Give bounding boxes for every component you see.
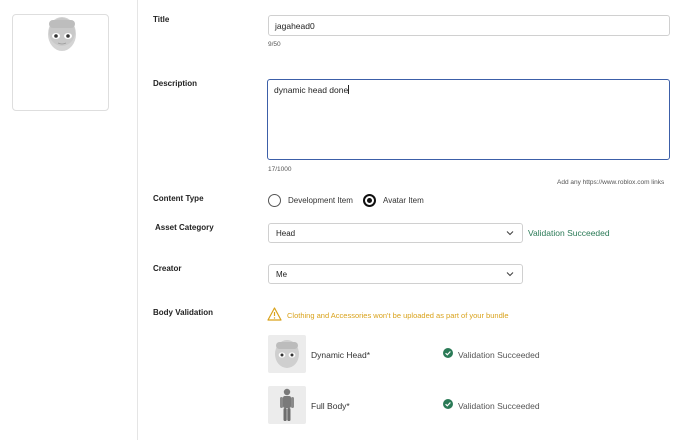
dynamic-head-name: Dynamic Head* [311,350,371,360]
chevron-down-icon [506,272,514,277]
warning-icon [267,307,282,321]
asset-category-value: Head [276,228,296,238]
description-label: Description [153,79,198,88]
full-body-name: Full Body* [311,401,350,411]
title-input[interactable]: jagahead0 [268,15,670,36]
creator-label: Creator [153,264,182,273]
title-char-counter: 9/50 [268,41,281,48]
title-input-value: jagahead0 [275,20,315,31]
title-label: Title [153,15,170,24]
head-thumbnail-icon [48,17,76,51]
description-value: dynamic head done [274,85,349,95]
asset-category-status: Validation Succeeded [528,228,610,238]
development-item-label[interactable]: Development Item [288,196,353,205]
dynamic-head-status: Validation Succeeded [458,350,540,360]
chevron-down-icon [506,231,514,236]
description-char-counter: 17/1000 [268,166,292,173]
development-item-radio[interactable] [268,194,281,207]
dynamic-head-thumbnail [268,335,306,373]
creator-value: Me [276,269,288,279]
check-circle-icon [443,348,453,358]
content-type-label: Content Type [153,194,204,203]
asset-category-select[interactable]: Head [268,223,523,243]
avatar-item-label[interactable]: Avatar Item [383,196,424,205]
preview-panel [0,0,138,440]
full-body-thumbnail [268,386,306,424]
head-icon [275,340,299,368]
links-hint: Add any https://www.roblox.com links [557,179,665,186]
body-validation-label: Body Validation [153,308,214,317]
avatar-item-radio[interactable] [363,194,376,207]
asset-thumbnail-card [12,14,109,111]
asset-category-label: Asset Category [155,223,214,232]
body-icon [280,388,294,421]
text-caret [348,85,350,94]
creator-select[interactable]: Me [268,264,523,284]
check-circle-icon [443,399,453,409]
bundle-warning-text: Clothing and Accessories won't be upload… [287,311,509,320]
full-body-status: Validation Succeeded [458,401,540,411]
description-textarea[interactable]: dynamic head done [267,79,670,160]
